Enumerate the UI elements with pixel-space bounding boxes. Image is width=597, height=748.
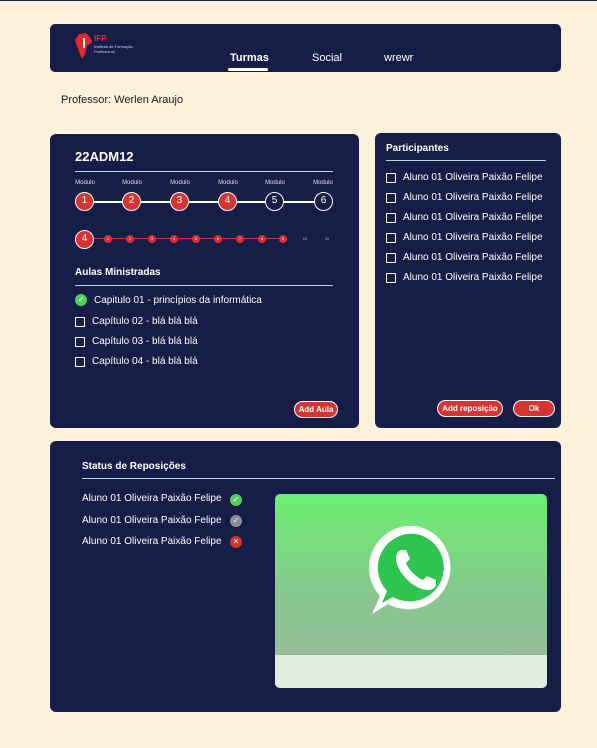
participant-item[interactable]: Aluno 01 Oliveira Paixão Felipe — [386, 192, 543, 203]
participant-item[interactable]: Aluno 01 Oliveira Paixão Felipe — [386, 212, 543, 223]
participants-divider — [386, 160, 546, 161]
class-card: 22ADM12 Modulo Modulo Modulo Modulo Modu… — [50, 134, 359, 428]
whatsapp-icon — [369, 525, 451, 614]
professor-name: Professor: Werlen Araujo — [61, 94, 184, 106]
module-label-1: Modulo — [75, 180, 95, 186]
lesson-label: Capitulo 01 - princípios da informática — [94, 294, 262, 306]
checkbox[interactable] — [386, 252, 396, 263]
lesson-step[interactable]: 4 — [170, 235, 178, 243]
current-module-badge: 4 — [75, 230, 94, 249]
ok-button[interactable]: Ok — [513, 400, 555, 417]
lesson-step[interactable]: 5 — [192, 235, 200, 243]
checkbox[interactable] — [386, 172, 396, 183]
lesson-step[interactable]: 11 — [323, 235, 331, 243]
nav-tab-wrewr[interactable]: wrewr — [384, 52, 413, 64]
top-border — [0, 0, 597, 1]
module-step-1[interactable]: 1 — [75, 192, 94, 211]
class-title: 22ADM12 — [75, 149, 134, 164]
lesson-step[interactable]: 3 — [148, 235, 156, 243]
status-student-name: Aluno 01 Oliveira Paixão Felipe — [82, 536, 222, 547]
logo-text: IFP — [94, 34, 107, 43]
module-step-6[interactable]: 6 — [314, 192, 333, 211]
add-lesson-button[interactable]: Add Aula — [294, 401, 338, 418]
nav-tab-turmas[interactable]: Turmas — [230, 52, 269, 64]
lesson-item[interactable]: Capítulo 02 - blá blá blá — [75, 316, 198, 327]
lesson-step[interactable]: 10 — [301, 235, 309, 243]
status-title: Status de Reposições — [82, 461, 186, 472]
participant-name: Aluno 01 Oliveira Paixão Felipe — [403, 272, 543, 283]
status-student-name: Aluno 01 Oliveira Paixão Felipe — [82, 493, 222, 504]
title-divider — [75, 171, 333, 172]
lesson-step[interactable]: 9 — [279, 235, 287, 243]
check-gray-icon: ✓ — [230, 515, 242, 527]
lesson-label: Capítulo 03 - blá blá blá — [92, 336, 198, 347]
active-tab-indicator — [228, 68, 268, 71]
nav-tab-social[interactable]: Social — [312, 52, 342, 64]
participant-item[interactable]: Aluno 01 Oliveira Paixão Felipe — [386, 252, 543, 263]
participants-card: Participantes Aluno 01 Oliveira Paixão F… — [375, 133, 561, 428]
logo-subtext: Instituto de Formação Profissional — [94, 44, 133, 54]
checkbox[interactable] — [386, 232, 396, 243]
lesson-item[interactable]: ✓ Capitulo 01 - princípios da informátic… — [75, 294, 262, 306]
module-step-4[interactable]: 4 — [218, 192, 237, 211]
checkbox[interactable] — [75, 336, 85, 347]
module-step-3[interactable]: 3 — [170, 192, 189, 211]
status-row: Aluno 01 Oliveira Paixão Felipe — [82, 493, 222, 504]
lesson-step[interactable]: 8 — [258, 235, 266, 243]
check-circle-icon[interactable]: ✓ — [75, 294, 87, 306]
participant-name: Aluno 01 Oliveira Paixão Felipe — [403, 232, 543, 243]
participants-title: Participantes — [386, 143, 449, 154]
status-row: Aluno 01 Oliveira Paixão Felipe — [82, 536, 222, 547]
participant-item[interactable]: Aluno 01 Oliveira Paixão Felipe — [386, 232, 543, 243]
module-label-2: Modulo — [122, 180, 142, 186]
add-reposition-button[interactable]: Add reposição — [437, 400, 503, 417]
participant-name: Aluno 01 Oliveira Paixão Felipe — [403, 192, 543, 203]
lesson-label: Capítulo 04 - blá blá blá — [92, 356, 198, 367]
x-red-icon: ✕ — [230, 536, 242, 548]
status-divider — [82, 478, 555, 479]
whatsapp-panel[interactable] — [275, 494, 547, 688]
status-card: Status de Reposições Aluno 01 Oliveira P… — [50, 441, 561, 712]
status-student-name: Aluno 01 Oliveira Paixão Felipe — [82, 515, 222, 526]
ifp-logo[interactable]: IFP Instituto de Formação Profissional — [74, 32, 144, 64]
lesson-label: Capítulo 02 - blá blá blá — [92, 316, 198, 327]
module-progress-line — [84, 201, 324, 203]
module-step-5[interactable]: 5 — [265, 192, 284, 211]
participant-name: Aluno 01 Oliveira Paixão Felipe — [403, 172, 543, 183]
checkbox[interactable] — [386, 212, 396, 223]
lesson-item[interactable]: Capítulo 03 - blá blá blá — [75, 336, 198, 347]
module-label-3: Modulo — [170, 180, 190, 186]
participant-name: Aluno 01 Oliveira Paixão Felipe — [403, 252, 543, 263]
checkbox[interactable] — [386, 272, 396, 283]
module-label-4: Modulo — [218, 180, 238, 186]
participant-item[interactable]: Aluno 01 Oliveira Paixão Felipe — [386, 172, 543, 183]
lesson-item[interactable]: Capítulo 04 - blá blá blá — [75, 356, 198, 367]
whatsapp-panel-footer — [275, 655, 547, 688]
module-label-5: Modulo — [265, 180, 285, 186]
participant-name: Aluno 01 Oliveira Paixão Felipe — [403, 212, 543, 223]
participant-item[interactable]: Aluno 01 Oliveira Paixão Felipe — [386, 272, 543, 283]
checkbox[interactable] — [75, 356, 85, 367]
lessons-divider — [75, 285, 333, 286]
lessons-section-title: Aulas Ministradas — [75, 267, 161, 278]
checkbox[interactable] — [75, 316, 85, 327]
status-row: Aluno 01 Oliveira Paixão Felipe — [82, 515, 222, 526]
navbar: IFP Instituto de Formação Profissional T… — [50, 24, 561, 72]
lesson-step[interactable]: 2 — [126, 235, 134, 243]
checkbox[interactable] — [386, 192, 396, 203]
lesson-step[interactable]: 1 — [104, 235, 112, 243]
lesson-step[interactable]: 7 — [236, 235, 244, 243]
logo-icon — [75, 33, 92, 59]
module-step-2[interactable]: 2 — [122, 192, 141, 211]
lesson-progress-line — [84, 238, 280, 239]
check-green-icon: ✓ — [230, 494, 242, 506]
lesson-step[interactable]: 6 — [214, 235, 222, 243]
module-label-6: Modulo — [313, 180, 333, 186]
